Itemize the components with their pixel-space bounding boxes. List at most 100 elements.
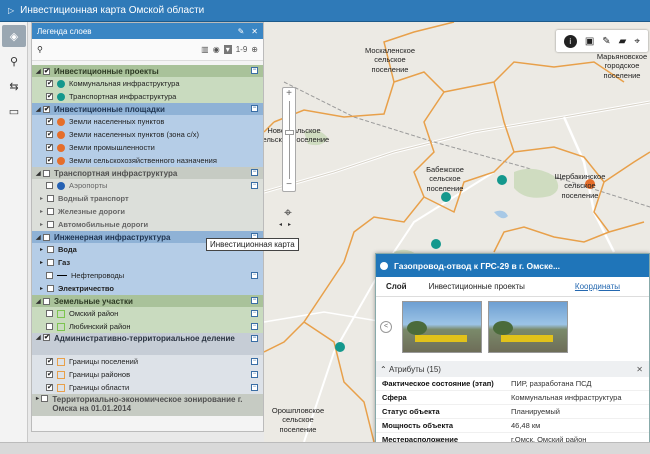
legend-group[interactable]: ▸ Территориально-экономическое зонировани…	[32, 394, 263, 416]
expand-arrow-icon[interactable]: ◢	[36, 68, 43, 75]
layer-checkbox[interactable]	[43, 233, 50, 241]
layer-checkbox[interactable]	[47, 259, 54, 266]
group-collapse-icon[interactable]: −	[251, 169, 258, 176]
layer-settings-icon[interactable]: −	[251, 310, 258, 317]
zoom-knob[interactable]	[285, 130, 294, 135]
object-photo[interactable]	[488, 301, 568, 353]
expand-arrow-icon[interactable]: ◢	[36, 334, 43, 341]
expand-arrow-icon[interactable]: ▸	[40, 195, 47, 202]
legend-item[interactable]: ▸ Газ	[32, 256, 263, 269]
expand-arrow-icon[interactable]: ▸	[40, 285, 47, 292]
measure-icon[interactable]: ▰	[619, 36, 627, 47]
layers-icon[interactable]: ◈	[2, 25, 26, 47]
layer-checkbox[interactable]: ✔	[43, 105, 50, 113]
legend-item[interactable]: ✔ Земли сельскохозяйственного назначения	[32, 154, 263, 167]
expand-arrow-icon[interactable]: ▷	[8, 6, 14, 15]
legend-item[interactable]: ▸ Электричество	[32, 282, 263, 295]
grid-icon[interactable]: ▥	[201, 45, 209, 54]
close-icon[interactable]: ✕	[636, 365, 643, 374]
layer-settings-icon[interactable]: −	[251, 323, 258, 330]
layer-search-icon[interactable]: ⚲	[37, 45, 43, 54]
layer-settings-icon[interactable]: −	[251, 182, 258, 189]
draw-icon[interactable]: ✎	[602, 36, 610, 47]
expand-arrow-icon[interactable]: ◢	[36, 298, 43, 305]
legend-item[interactable]: ✔ Границы области −	[32, 381, 263, 394]
layer-checkbox[interactable]: ✔	[46, 118, 53, 125]
legend-group[interactable]: ◢ Земельные участки −	[32, 295, 263, 307]
dropdown-icon[interactable]: ▾	[223, 45, 232, 54]
layer-settings-icon[interactable]: −	[251, 272, 258, 279]
legend-item[interactable]: ✔ Коммунальная инфраструктура	[32, 77, 263, 90]
legend-item[interactable]: Аэропорты −	[32, 179, 263, 192]
info-icon[interactable]: i	[563, 34, 577, 48]
expand-arrow-icon[interactable]: ▸	[40, 208, 47, 215]
legend-item[interactable]: ✔ Земли промышленности	[32, 141, 263, 154]
expand-arrow-icon[interactable]: ▸	[40, 259, 47, 266]
location-icon[interactable]: ⌖	[634, 36, 640, 47]
layer-checkbox[interactable]	[46, 310, 53, 317]
close-icon[interactable]: ✕	[251, 27, 258, 36]
pin-panel-icon[interactable]: ✎	[238, 27, 245, 36]
layer-checkbox[interactable]	[46, 323, 53, 330]
expand-arrow-icon[interactable]: ▸	[40, 221, 47, 228]
layer-checkbox[interactable]: ✔	[43, 67, 50, 75]
legend-item[interactable]: ✔ Границы районов −	[32, 368, 263, 381]
layer-settings-icon[interactable]: −	[251, 384, 258, 391]
layer-checkbox[interactable]	[47, 208, 54, 215]
group-collapse-icon[interactable]: −	[251, 105, 258, 112]
expand-arrow-icon[interactable]: ◢	[36, 234, 43, 241]
prev-photo-icon[interactable]: <	[380, 321, 392, 333]
layer-checkbox[interactable]	[47, 221, 54, 228]
legend-item[interactable]: Нефтепроводы −	[32, 269, 263, 282]
legend-group[interactable]: ◢ ✔ Инвестиционные проекты −	[32, 65, 263, 77]
range-label[interactable]: 1-9	[236, 45, 248, 54]
group-collapse-icon[interactable]: −	[251, 335, 258, 342]
screen-icon[interactable]: ▣	[585, 36, 594, 47]
layer-checkbox[interactable]	[47, 246, 54, 253]
layer-checkbox[interactable]: ✔	[46, 80, 53, 87]
zoom-in-button[interactable]: +	[283, 88, 295, 100]
legend-item[interactable]: Омский район −	[32, 307, 263, 320]
zoom-slider[interactable]: + −	[282, 87, 296, 192]
layer-settings-icon[interactable]: −	[251, 358, 258, 365]
tab-coordinates[interactable]: Координаты	[575, 282, 620, 291]
layer-checkbox[interactable]: ✔	[46, 157, 53, 164]
expand-arrow-icon[interactable]: ▸	[40, 246, 47, 253]
layer-checkbox[interactable]: ✔	[46, 358, 53, 365]
expand-arrow-icon[interactable]: ◢	[36, 170, 43, 177]
layer-checkbox[interactable]: ✔	[43, 334, 50, 341]
crosshair-icon[interactable]: ⌖	[276, 204, 300, 221]
group-collapse-icon[interactable]: −	[251, 67, 258, 74]
legend-item[interactable]: ✔ Границы поселений −	[32, 355, 263, 368]
transport-icon[interactable]: ▭	[2, 100, 26, 122]
legend-item[interactable]: ✔ Земли населенных пунктов	[32, 115, 263, 128]
zoom-out-button[interactable]: −	[283, 179, 295, 191]
attributes-header[interactable]: ⌃ Атрибуты (15) ✕	[376, 361, 649, 377]
legend-item[interactable]: ✔ Земли населенных пунктов (зона с/х)	[32, 128, 263, 141]
layer-checkbox[interactable]	[46, 182, 53, 189]
layer-checkbox[interactable]: ✔	[46, 93, 53, 100]
legend-item[interactable]: Любинский район −	[32, 320, 263, 333]
layer-checkbox[interactable]: ✔	[46, 144, 53, 151]
pan-arrows-icon[interactable]: ◂▸	[276, 221, 300, 228]
layer-checkbox[interactable]	[47, 285, 54, 292]
layer-checkbox[interactable]: ✔	[46, 384, 53, 391]
legend-group[interactable]: ◢ ✔ Инвестиционные площадки −	[32, 103, 263, 115]
zoom-track[interactable]	[289, 101, 290, 179]
pan-control[interactable]: ⌖ ◂▸	[276, 204, 300, 234]
search-icon[interactable]: ⚲	[2, 50, 26, 72]
visibility-icon[interactable]: ◉	[213, 45, 220, 54]
object-photo[interactable]	[402, 301, 482, 353]
collapse-icon[interactable]: ⌃	[380, 365, 389, 374]
layer-checkbox[interactable]	[43, 297, 50, 305]
expand-arrow-icon[interactable]: ◢	[36, 106, 43, 113]
layer-settings-icon[interactable]: −	[251, 371, 258, 378]
route-icon[interactable]: ⇆	[2, 75, 26, 97]
legend-item[interactable]: ▸ Железные дороги	[32, 205, 263, 218]
layer-checkbox[interactable]	[46, 272, 53, 279]
legend-group[interactable]: ◢ Транспортная инфраструктура −	[32, 167, 263, 179]
group-collapse-icon[interactable]: −	[251, 297, 258, 304]
layer-checkbox[interactable]	[43, 169, 50, 177]
legend-group[interactable]: ◢ ✔ Административно-территориальное делени…	[32, 333, 263, 355]
legend-item[interactable]: ▸ Автомобильные дороги	[32, 218, 263, 231]
